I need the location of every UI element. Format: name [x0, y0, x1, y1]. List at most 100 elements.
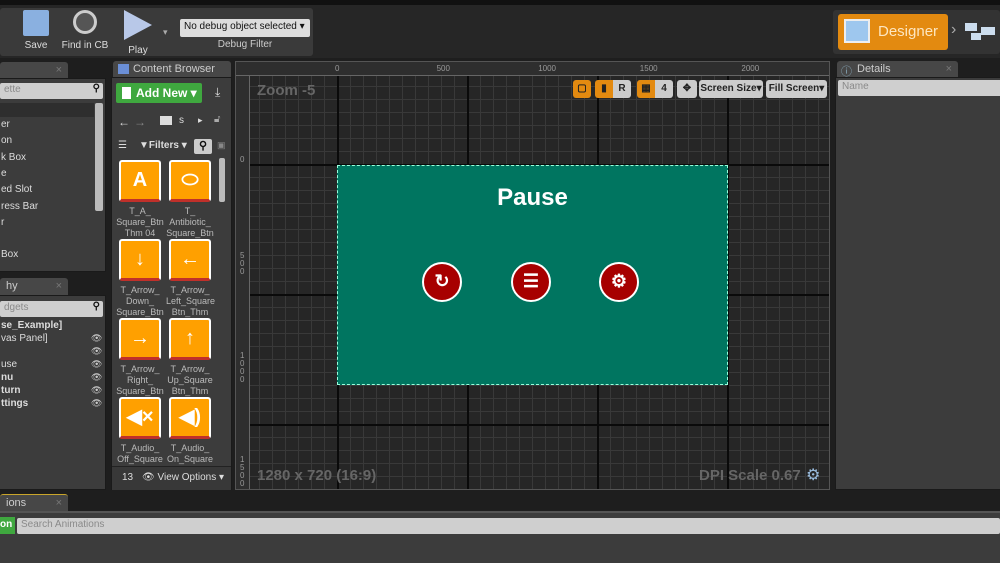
- zoom-level: Zoom -5: [257, 82, 316, 99]
- debug-object-select[interactable]: No debug object selected ▾: [180, 19, 310, 37]
- asset-tile[interactable]: ← T_Arrow_ Left_Square Btn_Thm: [166, 239, 215, 318]
- ruler-y-label: 1000: [240, 351, 245, 384]
- graph-icon: [965, 23, 977, 31]
- palette-item[interactable]: ress Bar: [1, 201, 38, 212]
- search-icon: ⚲: [92, 301, 100, 312]
- asset-tile[interactable]: ◀× T_Audio_ Off_Square: [116, 397, 164, 465]
- tab-hierarchy[interactable]: hy ×: [0, 278, 68, 295]
- grid-snap-button[interactable]: ▦: [637, 80, 655, 98]
- visibility-eye-icon[interactable]: 👁︎: [91, 398, 102, 409]
- import-icon[interactable]: ⤓: [215, 85, 220, 100]
- visibility-eye-icon[interactable]: 👁︎: [91, 346, 102, 357]
- asset-thumbnail-icon: ↓: [119, 239, 161, 281]
- resolution-label: 1280 x 720 (16:9): [257, 467, 377, 484]
- back-arrow-icon[interactable]: ←: [118, 115, 130, 129]
- play-button[interactable]: Play: [118, 10, 158, 56]
- ruler-y-label: 0: [240, 155, 245, 164]
- respect-locks-button[interactable]: ▮: [595, 80, 613, 98]
- outline-toggle-button[interactable]: ▢: [573, 80, 591, 98]
- find-in-cb-button[interactable]: Find in CB: [60, 10, 110, 51]
- hierarchy-item[interactable]: vas Panel]: [1, 333, 48, 344]
- hierarchy-item[interactable]: ttings: [1, 398, 28, 409]
- path-breadcrumb[interactable]: s: [179, 115, 184, 126]
- filters-button[interactable]: ▼Filters ▾: [139, 140, 187, 151]
- save-search-icon[interactable]: ▣: [217, 140, 226, 151]
- ruler-x-label: 500: [436, 64, 450, 73]
- asset-tile[interactable]: ⬭ T_ Antibiotic_ Square_Btn: [166, 160, 214, 239]
- content-scrollbar[interactable]: [219, 158, 225, 202]
- asset-thumbnail-icon: ←: [169, 239, 211, 281]
- hierarchy-search-input[interactable]: dgets ⚲: [0, 301, 103, 317]
- designer-canvas[interactable]: 0 500 1000 1500 2000 0 500 1000 1500 Zoom -5 Pau…: [235, 61, 830, 490]
- name-input[interactable]: Name: [838, 80, 1000, 96]
- palette-search-input[interactable]: ette ⚲: [0, 83, 103, 99]
- menu-list-icon: ☰: [522, 271, 540, 291]
- visibility-eye-icon[interactable]: 👁︎: [91, 333, 102, 344]
- asset-thumbnail-icon: ↑: [169, 318, 211, 360]
- sources-toggle-icon[interactable]: ☰: [118, 140, 127, 151]
- view-options-button[interactable]: 👁︎ View Options ▾: [142, 472, 224, 483]
- r-toggle-button[interactable]: R: [613, 80, 631, 98]
- asset-thumbnail-icon: ⬭: [169, 160, 211, 202]
- tab-content-browser[interactable]: Content Browser: [113, 61, 231, 78]
- visibility-eye-icon[interactable]: 👁︎: [91, 385, 102, 396]
- asset-tile[interactable]: ↓ T_Arrow_ Down_ Square_Btn: [116, 239, 164, 318]
- hierarchy-tab-label: hy: [6, 280, 18, 292]
- palette-item[interactable]: Box: [1, 249, 18, 260]
- graph-mode-button[interactable]: [965, 23, 995, 41]
- hierarchy-item[interactable]: use: [1, 359, 17, 370]
- visibility-eye-icon[interactable]: 👁︎: [91, 372, 102, 383]
- hierarchy-item[interactable]: turn: [1, 385, 20, 396]
- asset-thumbnail-icon: →: [119, 318, 161, 360]
- asset-tile[interactable]: ◀) T_Audio_ On_Square: [166, 397, 214, 465]
- pause-widget[interactable]: Pause ↻ ☰ ⚙: [337, 165, 728, 385]
- designer-icon: [844, 19, 870, 43]
- play-icon: [124, 10, 152, 40]
- palette-item[interactable]: ed Slot: [1, 184, 32, 195]
- restart-button[interactable]: ↻: [422, 262, 462, 302]
- path-chevron-icon[interactable]: ▸: [198, 115, 203, 126]
- asset-name: T_Arrow_ Up_Square Btn_Thm: [167, 364, 213, 396]
- palette-category[interactable]: [0, 103, 94, 117]
- tab-animations[interactable]: ions ×: [0, 494, 68, 511]
- palette-item[interactable]: on: [1, 135, 12, 146]
- asset-name: T_ Antibiotic_ Square_Btn: [166, 206, 214, 238]
- fill-screen-dropdown[interactable]: Fill Screen▾: [766, 80, 827, 98]
- grid-snap-value[interactable]: 4: [655, 80, 673, 98]
- palette-item[interactable]: er: [1, 119, 10, 130]
- lock-icon[interactable]: 🔓︎: [214, 114, 220, 125]
- asset-tile[interactable]: → T_Arrow_ Right_ Square_Btn: [116, 318, 164, 397]
- forward-arrow-icon[interactable]: →: [134, 115, 146, 129]
- zoom-fit-button[interactable]: ✥: [677, 80, 697, 98]
- visibility-eye-icon[interactable]: 👁︎: [91, 359, 102, 370]
- palette-item[interactable]: k Box: [1, 152, 26, 163]
- hierarchy-item[interactable]: se_Example]: [1, 320, 62, 331]
- tab-palette[interactable]: ×: [0, 62, 68, 79]
- dpi-settings-icon[interactable]: ⚙: [806, 465, 820, 485]
- save-button[interactable]: Save: [20, 10, 52, 51]
- horizontal-ruler: [236, 62, 829, 76]
- settings-button[interactable]: ⚙: [599, 262, 639, 302]
- tab-details[interactable]: ⓘ Details ×: [837, 61, 958, 78]
- ruler-y-label: 1500: [240, 455, 245, 488]
- menu-button[interactable]: ☰: [511, 262, 551, 302]
- asset-tile[interactable]: A T_A_ Square_Btn Thm 04: [116, 160, 164, 239]
- palette-scrollbar[interactable]: [95, 103, 103, 211]
- palette-item[interactable]: e: [1, 168, 7, 179]
- asset-tile[interactable]: ↑ T_Arrow_ Up_Square Btn_Thm: [166, 318, 214, 397]
- palette-item[interactable]: r: [1, 217, 4, 228]
- hierarchy-item[interactable]: nu: [1, 372, 13, 383]
- ruler-x-label: 1000: [538, 64, 556, 73]
- search-toggle-icon[interactable]: ⚲: [194, 139, 212, 154]
- play-label: Play: [128, 45, 148, 56]
- add-new-button[interactable]: Add New ▾: [116, 83, 202, 103]
- folder-icon[interactable]: [160, 116, 172, 125]
- designer-label: Designer: [878, 23, 939, 40]
- screen-size-dropdown[interactable]: Screen Size▾: [699, 80, 763, 98]
- play-dropdown-icon[interactable]: ▾: [163, 27, 168, 38]
- designer-mode-button[interactable]: Designer: [838, 14, 948, 50]
- search-animations-input[interactable]: Search Animations: [17, 518, 1000, 534]
- content-footer: 13 👁︎ View Options ▾: [112, 466, 231, 490]
- grid-icon: ▦: [641, 83, 651, 94]
- add-animation-button[interactable]: on: [0, 517, 15, 534]
